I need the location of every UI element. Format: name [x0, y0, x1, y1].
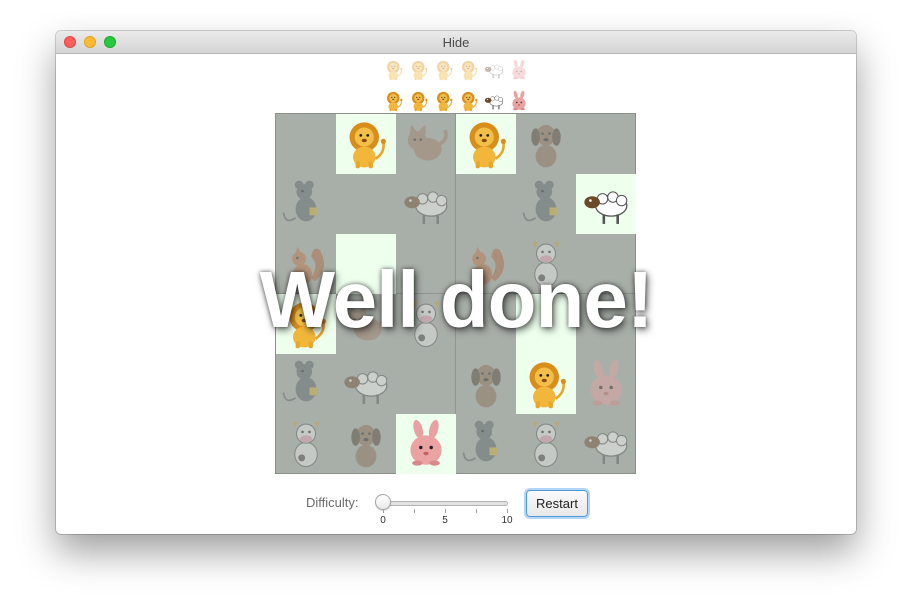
grid-cell[interactable] [276, 354, 336, 414]
grid-cell[interactable] [516, 234, 576, 294]
grid-cell[interactable] [576, 414, 636, 474]
grid-cell[interactable] [276, 114, 336, 174]
cow-icon [520, 418, 572, 470]
game-content: Well done! Difficulty: 0 5 10 Restart [56, 54, 856, 534]
grid-cell[interactable] [396, 414, 456, 474]
lion-icon [458, 90, 480, 112]
dog-icon [520, 118, 572, 170]
mouse-icon [280, 358, 332, 410]
grid-cell[interactable] [576, 354, 636, 414]
rabbit-icon [580, 358, 632, 410]
grid-cell[interactable] [336, 234, 396, 294]
lion-icon [460, 118, 512, 170]
cow-icon [280, 418, 332, 470]
grid-cell[interactable] [336, 114, 396, 174]
cat-icon [400, 118, 452, 170]
lion-icon [383, 59, 405, 81]
slider-tick [507, 509, 508, 513]
grid-cell[interactable] [456, 234, 516, 294]
cat-icon [340, 298, 392, 350]
window-title: Hide [442, 35, 470, 50]
grid-cell[interactable] [516, 354, 576, 414]
slider-tick [414, 509, 415, 513]
sheep-icon [400, 178, 452, 230]
grid-cell[interactable] [336, 354, 396, 414]
grid-cell[interactable] [516, 174, 576, 234]
app-window: Hide Well done! Difficulty: 0 5 10 Resta… [56, 31, 856, 534]
grid-cell[interactable] [576, 174, 636, 234]
difficulty-slider-track[interactable] [377, 501, 508, 506]
difficulty-label: Difficulty: [306, 495, 359, 510]
lion-icon [383, 90, 405, 112]
grid-cell[interactable] [276, 234, 336, 294]
lion-icon [340, 118, 392, 170]
cow-icon [520, 238, 572, 290]
lion-icon [433, 90, 455, 112]
slider-tick-label-mid: 5 [442, 515, 448, 526]
slider-tick-label-max: 10 [501, 515, 513, 526]
lion-icon [458, 59, 480, 81]
grid-cell[interactable] [276, 414, 336, 474]
dog-icon [340, 418, 392, 470]
grid-cell[interactable] [516, 414, 576, 474]
cow-icon [400, 298, 452, 350]
grid-cell[interactable] [336, 294, 396, 354]
grid-cell[interactable] [456, 414, 516, 474]
grid-cell[interactable] [576, 114, 636, 174]
controls-bar: Difficulty: 0 5 10 Restart [56, 490, 856, 530]
mouse-icon [460, 418, 512, 470]
restart-button[interactable]: Restart [526, 490, 588, 517]
rabbit-icon [508, 59, 530, 81]
dog-icon [460, 358, 512, 410]
rabbit-icon [400, 418, 452, 470]
grid-cell[interactable] [456, 114, 516, 174]
grid-cell[interactable] [576, 294, 636, 354]
grid-cell[interactable] [396, 234, 456, 294]
grid-cell[interactable] [396, 354, 456, 414]
sheep-icon [580, 418, 632, 470]
lion-icon [408, 59, 430, 81]
grid-cell[interactable] [276, 294, 336, 354]
grid-cell[interactable] [456, 294, 516, 354]
grid-cell[interactable] [336, 174, 396, 234]
title-bar: Hide [56, 31, 856, 54]
lion-icon [280, 298, 332, 350]
grid-cell[interactable] [396, 174, 456, 234]
grid-cell[interactable] [516, 294, 576, 354]
squirrel-icon [280, 238, 332, 290]
grid-cell[interactable] [396, 294, 456, 354]
target-animals-found [56, 90, 856, 112]
slider-tick [383, 509, 384, 513]
grid-cell[interactable] [396, 114, 456, 174]
rabbit-icon [508, 90, 530, 112]
mouse-icon [280, 178, 332, 230]
lion-icon [408, 90, 430, 112]
sheep-icon [580, 178, 632, 230]
lion-icon [520, 358, 572, 410]
slider-tick-label-min: 0 [380, 515, 386, 526]
grid-cell[interactable] [336, 414, 396, 474]
lion-icon [433, 59, 455, 81]
mouse-icon [520, 178, 572, 230]
grid-cell[interactable] [576, 234, 636, 294]
slider-tick [476, 509, 477, 513]
grid-cell[interactable] [456, 174, 516, 234]
difficulty-slider-thumb[interactable] [375, 494, 391, 510]
sheep-icon [483, 90, 505, 112]
sheep-icon [483, 59, 505, 81]
grid-cell[interactable] [516, 114, 576, 174]
squirrel-icon [460, 238, 512, 290]
grid-cell[interactable] [276, 174, 336, 234]
slider-tick [445, 509, 446, 513]
target-animals-remaining [56, 59, 856, 81]
game-board [275, 113, 636, 474]
grid-cell[interactable] [456, 354, 516, 414]
sheep-icon [340, 358, 392, 410]
